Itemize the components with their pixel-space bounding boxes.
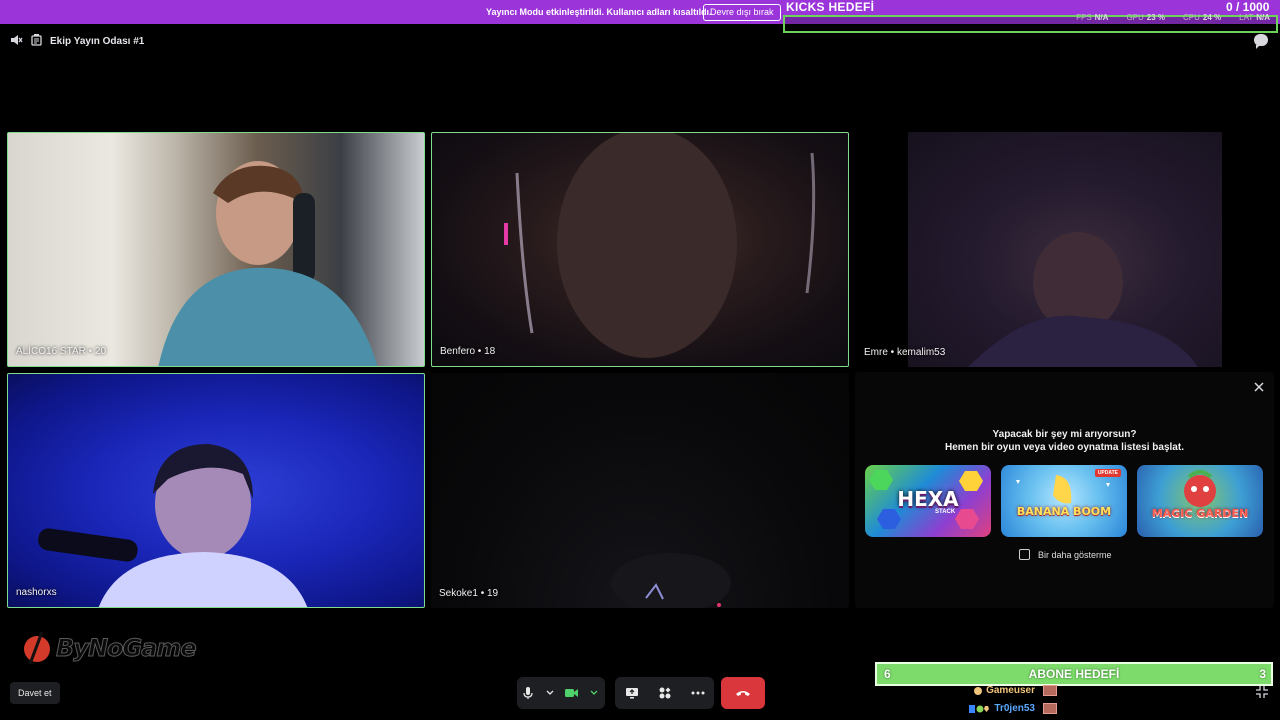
stat-gpu: GPU 23 % bbox=[1126, 13, 1166, 22]
kicks-goal-label: KICKS HEDEFİ bbox=[786, 0, 875, 14]
video-tile-nashorxs[interactable]: nashorxs bbox=[7, 373, 425, 608]
mic-camera-controls bbox=[517, 677, 605, 709]
more-options-icon[interactable] bbox=[688, 683, 708, 703]
participant-video bbox=[504, 133, 816, 358]
participant-name: Benfero • 18 bbox=[440, 346, 496, 357]
video-tile-sekoke1[interactable]: Sekoke1 • 19 bbox=[431, 373, 849, 608]
channel-title: Ekip Yayın Odası #1 bbox=[50, 35, 145, 47]
stat-fps: FPS N/A bbox=[1076, 13, 1109, 22]
disable-streamer-mode-button[interactable]: Devre dışı bırak bbox=[703, 4, 781, 21]
camera-icon[interactable] bbox=[562, 683, 582, 703]
badge-icon bbox=[974, 686, 983, 695]
game-title: HEXA bbox=[897, 487, 959, 511]
participant-name: ALİCO16 STAR • 20 bbox=[16, 346, 107, 357]
microphone-icon[interactable] bbox=[518, 683, 538, 703]
participant-video bbox=[611, 553, 731, 608]
stage-channel-icon bbox=[31, 33, 42, 49]
subscriber-goal-target: 3 bbox=[1259, 667, 1266, 681]
game-card-banana-boom[interactable]: UPDATE BANANA BOOM bbox=[1001, 465, 1127, 537]
avatar bbox=[1043, 685, 1057, 696]
camera-options-chevron-down-icon[interactable] bbox=[584, 683, 604, 703]
screen-share-icon[interactable] bbox=[622, 683, 642, 703]
video-tile-benfero[interactable]: Benfero • 18 bbox=[431, 132, 849, 367]
game-title: MAGIC GARDEN bbox=[1151, 507, 1249, 520]
participant-video bbox=[908, 132, 1222, 367]
subscriber-goal-bar: 6 ABONE HEDEFİ 3 bbox=[875, 662, 1273, 686]
participant-name: Emre • kemalim53 bbox=[864, 347, 946, 358]
feed-username: Tr0jen53 bbox=[994, 703, 1035, 714]
game-title: BANANA BOOM bbox=[1016, 505, 1112, 518]
close-icon[interactable] bbox=[1252, 380, 1266, 394]
channel-header: Ekip Yayın Odası #1 bbox=[10, 33, 144, 49]
dont-show-again-checkbox[interactable]: Bir daha gösterme bbox=[1019, 549, 1112, 560]
avatar bbox=[1043, 703, 1057, 714]
game-card-hexa-stack[interactable]: HEXA STACK bbox=[865, 465, 991, 537]
participant-video bbox=[158, 161, 378, 366]
video-tile-emre[interactable]: Emre • kemalim53 bbox=[856, 132, 1274, 367]
participant-name: Sekoke1 • 19 bbox=[439, 588, 499, 599]
game-card-magic-garden[interactable]: MAGIC GARDEN bbox=[1137, 465, 1263, 537]
share-activity-controls bbox=[615, 677, 714, 709]
dont-show-label: Bir daha gösterme bbox=[1038, 549, 1112, 560]
invite-button[interactable]: Davet et bbox=[10, 682, 60, 704]
subscriber-goal-label: ABONE HEDEFİ bbox=[1028, 667, 1120, 681]
kicks-goal-count: 0 / 1000 bbox=[1226, 0, 1270, 14]
stat-cpu: CPU 24 % bbox=[1183, 13, 1222, 22]
feed-username: Gameuser bbox=[986, 685, 1035, 696]
mic-options-chevron-down-icon[interactable] bbox=[540, 683, 560, 703]
activities-icon[interactable] bbox=[655, 683, 675, 703]
streamer-mode-text: Yayıncı Modu etkinleştirildi. Kullanıcı … bbox=[486, 7, 712, 17]
watermark-text: ByNoGame bbox=[56, 634, 198, 663]
feed-item: Tr0jen53 bbox=[969, 703, 1057, 714]
activity-suggestion-panel: Yapacak bir şey mi arıyorsun? Hemen bir … bbox=[855, 372, 1274, 608]
game-subtitle: STACK bbox=[935, 509, 956, 515]
bynogame-logo-icon bbox=[24, 631, 50, 665]
bynogame-watermark: ByNoGame bbox=[22, 628, 198, 668]
minimize-icon[interactable] bbox=[1255, 685, 1269, 699]
stat-lat: LAT N/A bbox=[1239, 13, 1270, 22]
participant-name: nashorxs bbox=[16, 587, 57, 598]
chat-icon[interactable] bbox=[1254, 34, 1268, 49]
video-tile-alico16[interactable]: ALİCO16 STAR • 20 bbox=[7, 132, 425, 367]
checkbox-icon[interactable] bbox=[1019, 549, 1030, 560]
participant-video bbox=[38, 444, 308, 607]
disconnect-button[interactable] bbox=[721, 677, 765, 709]
activity-subtitle: Hemen bir oyun veya video oynatma listes… bbox=[945, 442, 1184, 453]
badges-icon bbox=[969, 704, 990, 713]
activity-question: Yapacak bir şey mi arıyorsun? bbox=[992, 429, 1137, 440]
performance-stats: FPS N/A GPU 23 % CPU 24 % LAT N/A bbox=[1076, 13, 1270, 22]
speaker-muted-icon[interactable] bbox=[10, 34, 23, 49]
feed-item: Gameuser bbox=[973, 685, 1057, 696]
hang-up-phone-icon bbox=[736, 691, 750, 696]
